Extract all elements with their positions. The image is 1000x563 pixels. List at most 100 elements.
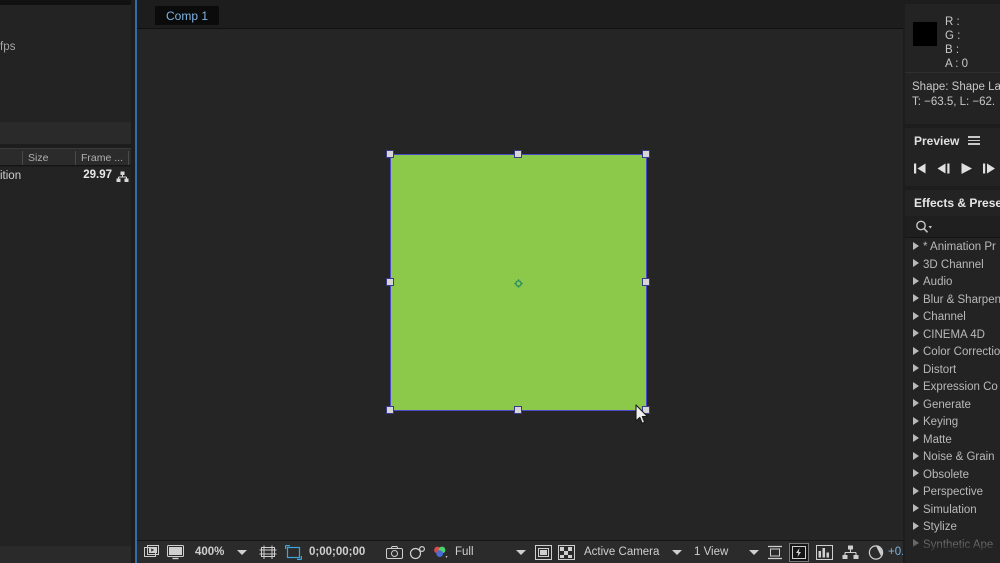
column-separator[interactable] bbox=[128, 151, 129, 165]
preview-panel: Preview bbox=[905, 128, 1000, 186]
region-of-interest-icon[interactable] bbox=[285, 545, 302, 560]
list-item[interactable]: Matte bbox=[905, 432, 1000, 450]
first-frame-icon[interactable] bbox=[913, 161, 930, 176]
handle-middle-left[interactable] bbox=[386, 278, 394, 286]
previous-frame-icon[interactable] bbox=[935, 161, 952, 176]
chevron-right-icon[interactable] bbox=[913, 434, 919, 442]
handle-top-center[interactable] bbox=[514, 150, 522, 158]
timeline-icon[interactable] bbox=[816, 545, 833, 560]
project-item-row[interactable]: ition 29.97 bbox=[0, 167, 131, 186]
list-item[interactable]: Obsolete bbox=[905, 467, 1000, 485]
list-item-label: Noise & Grain bbox=[923, 451, 995, 463]
column-header-size[interactable]: Size bbox=[28, 152, 48, 164]
project-item-frame-rate: 29.97 bbox=[83, 169, 112, 181]
zoom-level-chevron-down-icon[interactable] bbox=[237, 550, 247, 555]
list-item[interactable]: Stylize bbox=[905, 519, 1000, 537]
list-item[interactable]: Distort bbox=[905, 362, 1000, 380]
fast-previews-button[interactable] bbox=[789, 543, 809, 562]
list-item[interactable]: Generate bbox=[905, 397, 1000, 415]
column-separator[interactable] bbox=[22, 151, 23, 165]
list-item[interactable]: * Animation Pr bbox=[905, 239, 1000, 257]
zoom-level-value[interactable]: 400% bbox=[195, 545, 224, 560]
exposure-value[interactable]: +0. bbox=[888, 545, 904, 560]
composition-viewport[interactable] bbox=[137, 29, 903, 540]
chevron-right-icon[interactable] bbox=[913, 277, 919, 285]
chevron-right-icon[interactable] bbox=[913, 382, 919, 390]
list-item[interactable]: CINEMA 4D bbox=[905, 327, 1000, 345]
chevron-right-icon[interactable] bbox=[913, 312, 919, 320]
chevron-right-icon[interactable] bbox=[913, 522, 919, 530]
take-snapshot-icon[interactable] bbox=[386, 545, 403, 560]
list-item[interactable]: Perspective bbox=[905, 484, 1000, 502]
main-viewer-icon[interactable] bbox=[167, 545, 184, 560]
reset-exposure-icon[interactable] bbox=[868, 545, 884, 560]
list-item-label: 3D Channel bbox=[923, 259, 984, 271]
panel-menu-icon[interactable] bbox=[968, 136, 980, 145]
handle-top-right[interactable] bbox=[642, 150, 650, 158]
camera-chevron-down-icon[interactable] bbox=[672, 550, 682, 555]
chevron-right-icon[interactable] bbox=[913, 399, 919, 407]
view-layout-value[interactable]: 1 View bbox=[694, 545, 728, 560]
effects-category-list[interactable]: * Animation Pr 3D Channel Audio Blur & S… bbox=[905, 239, 1000, 553]
list-item[interactable]: Channel bbox=[905, 309, 1000, 327]
list-item-label: Channel bbox=[923, 311, 966, 323]
info-channel-b: B : bbox=[945, 44, 959, 56]
list-item[interactable]: Simulation bbox=[905, 502, 1000, 520]
chevron-right-icon[interactable] bbox=[913, 329, 919, 337]
effects-and-presets-panel: Effects & Preset * Animation Pr 3D Chann… bbox=[905, 190, 1000, 563]
chevron-right-icon[interactable] bbox=[913, 347, 919, 355]
info-channel-g: G : bbox=[945, 30, 960, 42]
tab-comp-1[interactable]: Comp 1 bbox=[155, 6, 219, 25]
list-item[interactable]: Color Correctio bbox=[905, 344, 1000, 362]
list-item[interactable]: Audio bbox=[905, 274, 1000, 292]
anchor-point-icon[interactable] bbox=[514, 279, 523, 288]
handle-bottom-left[interactable] bbox=[386, 406, 394, 414]
chevron-right-icon[interactable] bbox=[913, 469, 919, 477]
search-icon[interactable] bbox=[915, 220, 933, 234]
list-item[interactable]: Blur & Sharpen bbox=[905, 292, 1000, 310]
project-list-empty-area[interactable] bbox=[0, 186, 131, 546]
handle-bottom-right[interactable] bbox=[642, 406, 650, 414]
list-item[interactable]: Expression Co bbox=[905, 379, 1000, 397]
chevron-right-icon[interactable] bbox=[913, 452, 919, 460]
play-icon[interactable] bbox=[958, 161, 975, 176]
project-toolbar-band bbox=[0, 122, 131, 144]
column-header-frame-rate[interactable]: Frame ... bbox=[81, 152, 123, 164]
show-snapshot-icon[interactable] bbox=[409, 545, 426, 560]
handle-middle-right[interactable] bbox=[642, 278, 650, 286]
chevron-right-icon[interactable] bbox=[913, 487, 919, 495]
handle-top-left[interactable] bbox=[386, 150, 394, 158]
pixel-aspect-ratio-correction-icon[interactable] bbox=[767, 545, 783, 560]
list-item[interactable]: Noise & Grain bbox=[905, 449, 1000, 467]
handle-bottom-center[interactable] bbox=[514, 406, 522, 414]
composition-hierarchy-icon bbox=[116, 171, 129, 183]
info-channel-a: A : 0 bbox=[945, 58, 968, 70]
chevron-right-icon[interactable] bbox=[913, 504, 919, 512]
grid-and-guide-options-icon[interactable] bbox=[259, 545, 277, 560]
always-preview-this-view-icon[interactable] bbox=[144, 545, 160, 560]
region-of-interest-toggle-icon[interactable] bbox=[535, 545, 552, 560]
resolution-value[interactable]: Full bbox=[455, 545, 474, 560]
chevron-right-icon[interactable] bbox=[913, 294, 919, 302]
chevron-right-icon[interactable] bbox=[913, 259, 919, 267]
info-channel-a-value: 0 bbox=[962, 58, 968, 70]
list-scroll-fade bbox=[905, 543, 1000, 553]
next-frame-icon[interactable] bbox=[981, 161, 998, 176]
chevron-right-icon[interactable] bbox=[913, 364, 919, 372]
resolution-chevron-down-icon[interactable] bbox=[516, 550, 526, 555]
chevron-right-icon[interactable] bbox=[913, 417, 919, 425]
project-column-headers: Size Frame ... bbox=[0, 148, 131, 166]
effects-search-field[interactable] bbox=[905, 216, 1000, 238]
list-item[interactable]: 3D Channel bbox=[905, 257, 1000, 275]
list-item-label: CINEMA 4D bbox=[923, 329, 985, 341]
column-separator[interactable] bbox=[75, 151, 76, 165]
current-timecode[interactable]: 0;00;00;00 bbox=[309, 545, 365, 560]
show-channel-icon[interactable] bbox=[432, 545, 449, 560]
active-camera-value[interactable]: Active Camera bbox=[584, 545, 659, 560]
views-chevron-down-icon[interactable] bbox=[749, 550, 759, 555]
comp-flowchart-icon[interactable] bbox=[842, 545, 859, 560]
project-panel: fps Size Frame ... ition 29.97 bbox=[0, 0, 137, 563]
chevron-right-icon[interactable] bbox=[913, 242, 919, 250]
list-item[interactable]: Keying bbox=[905, 414, 1000, 432]
toggle-transparency-grid-icon[interactable] bbox=[558, 545, 575, 560]
